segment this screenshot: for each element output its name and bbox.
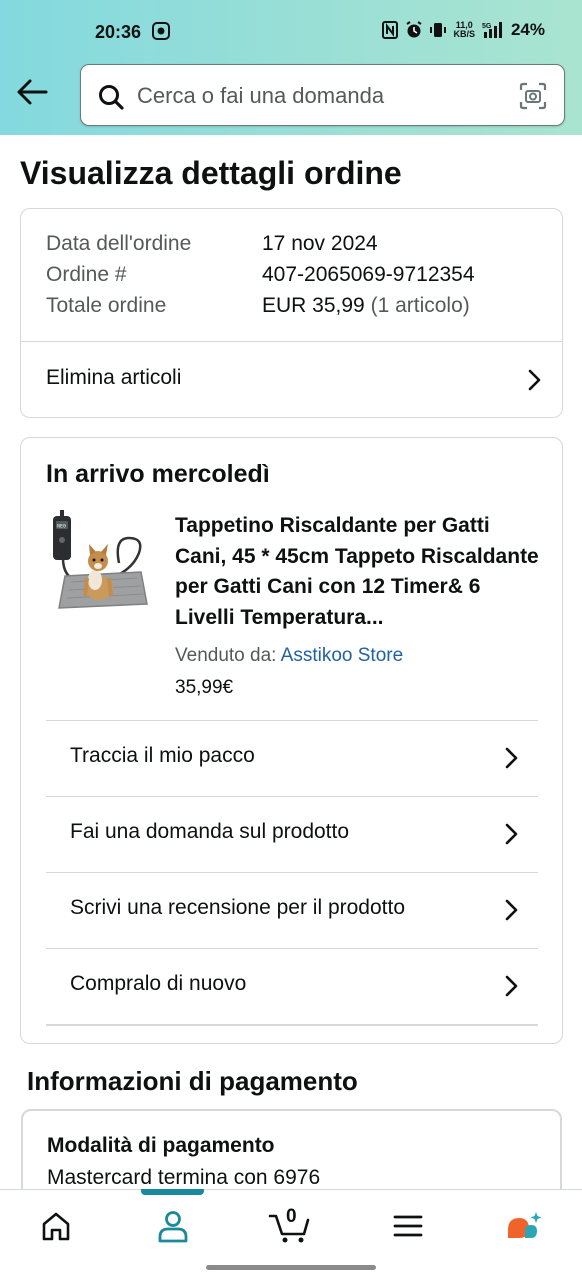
menu-icon[interactable] (383, 1206, 433, 1246)
active-tab-indicator (141, 1189, 204, 1195)
gesture-bar (206, 1265, 376, 1270)
order-summary-card: Data dell'ordine 17 nov 2024 Ordine # 40… (20, 208, 563, 418)
product-price: 35,99€ (175, 677, 234, 698)
shipment-card: In arrivo mercoledì NE0 Tappetino Riscal… (20, 437, 563, 1044)
track-package-link[interactable]: Traccia il mio pacco (46, 720, 538, 796)
search-bar[interactable] (80, 64, 565, 126)
seller-info: Venduto da: Asstikoo Store (175, 645, 403, 667)
divider (46, 1024, 538, 1026)
nfc-icon (382, 21, 399, 39)
search-icon (99, 85, 124, 110)
product-image[interactable]: NE0 (49, 508, 149, 614)
delivery-heading: In arrivo mercoledì (46, 460, 270, 488)
app-notification-icon (152, 22, 170, 40)
cart-button[interactable]: 0 (266, 1206, 316, 1246)
payment-section-title: Informazioni di pagamento (27, 1066, 358, 1096)
track-package-label: Traccia il mio pacco (70, 744, 255, 767)
chevron-right-icon (505, 823, 518, 845)
write-review-label: Scrivi una recensione per il prodotto (70, 896, 406, 919)
seller-link[interactable]: Asstikoo Store (281, 645, 404, 666)
vibrate-icon (430, 23, 447, 37)
status-bar: 20:36 11,0 KB/S 5G 24% (0, 0, 582, 60)
product-title[interactable]: Tappetino Riscaldante per Gatti Cani, 45… (175, 511, 545, 633)
signal-5g-icon: 5G (482, 22, 502, 38)
chevron-right-icon (528, 369, 541, 391)
chevron-right-icon (505, 747, 518, 769)
order-date-value: 17 nov 2024 (262, 232, 378, 255)
delete-items-link[interactable]: Elimina articoli (21, 342, 562, 418)
buy-again-link[interactable]: Compralo di nuovo (46, 948, 538, 1024)
status-time: 20:36 (95, 22, 142, 42)
network-speed: 11,0 KB/S (453, 20, 475, 39)
svg-text:NE0: NE0 (57, 524, 66, 530)
seller-label: Venduto da: (175, 645, 277, 666)
rufus-ai-icon[interactable] (500, 1206, 550, 1246)
payment-method-value: Mastercard termina con 6976 (47, 1166, 321, 1189)
camera-scan-icon[interactable] (518, 81, 548, 111)
account-icon[interactable] (148, 1206, 198, 1246)
order-total-items: (1 articolo) (370, 294, 470, 317)
home-icon[interactable] (31, 1206, 81, 1246)
order-date-label: Data dell'ordine (46, 232, 192, 255)
write-review-link[interactable]: Scrivi una recensione per il prodotto (46, 872, 538, 948)
payment-method-label: Modalità di pagamento (47, 1134, 275, 1157)
order-number-value: 407-2065069-9712354 (262, 263, 475, 286)
buy-again-label: Compralo di nuovo (70, 972, 247, 995)
order-number-label: Ordine # (46, 263, 127, 286)
ask-question-label: Fai una domanda sul prodotto (70, 820, 350, 843)
chevron-right-icon (505, 975, 518, 997)
order-total-value: EUR 35,99 (1 articolo) (262, 294, 470, 318)
search-input[interactable] (137, 77, 507, 115)
app-header: 20:36 11,0 KB/S 5G 24% Cerca o fai una d… (0, 0, 582, 135)
battery-level: 24% (510, 20, 545, 39)
status-right: 11,0 KB/S 5G 24% (382, 20, 545, 40)
delete-items-label: Elimina articoli (46, 366, 182, 389)
order-total-amount: EUR 35,99 (262, 294, 365, 317)
cart-count: 0 (286, 1206, 297, 1227)
order-total-label: Totale ordine (46, 294, 167, 317)
chevron-right-icon (505, 899, 518, 921)
page-title: Visualizza dettagli ordine (20, 155, 402, 191)
alarm-icon (406, 21, 423, 38)
svg-text:5G: 5G (482, 23, 492, 30)
ask-question-link[interactable]: Fai una domanda sul prodotto (46, 796, 538, 872)
arrow-left-icon[interactable] (14, 76, 50, 108)
